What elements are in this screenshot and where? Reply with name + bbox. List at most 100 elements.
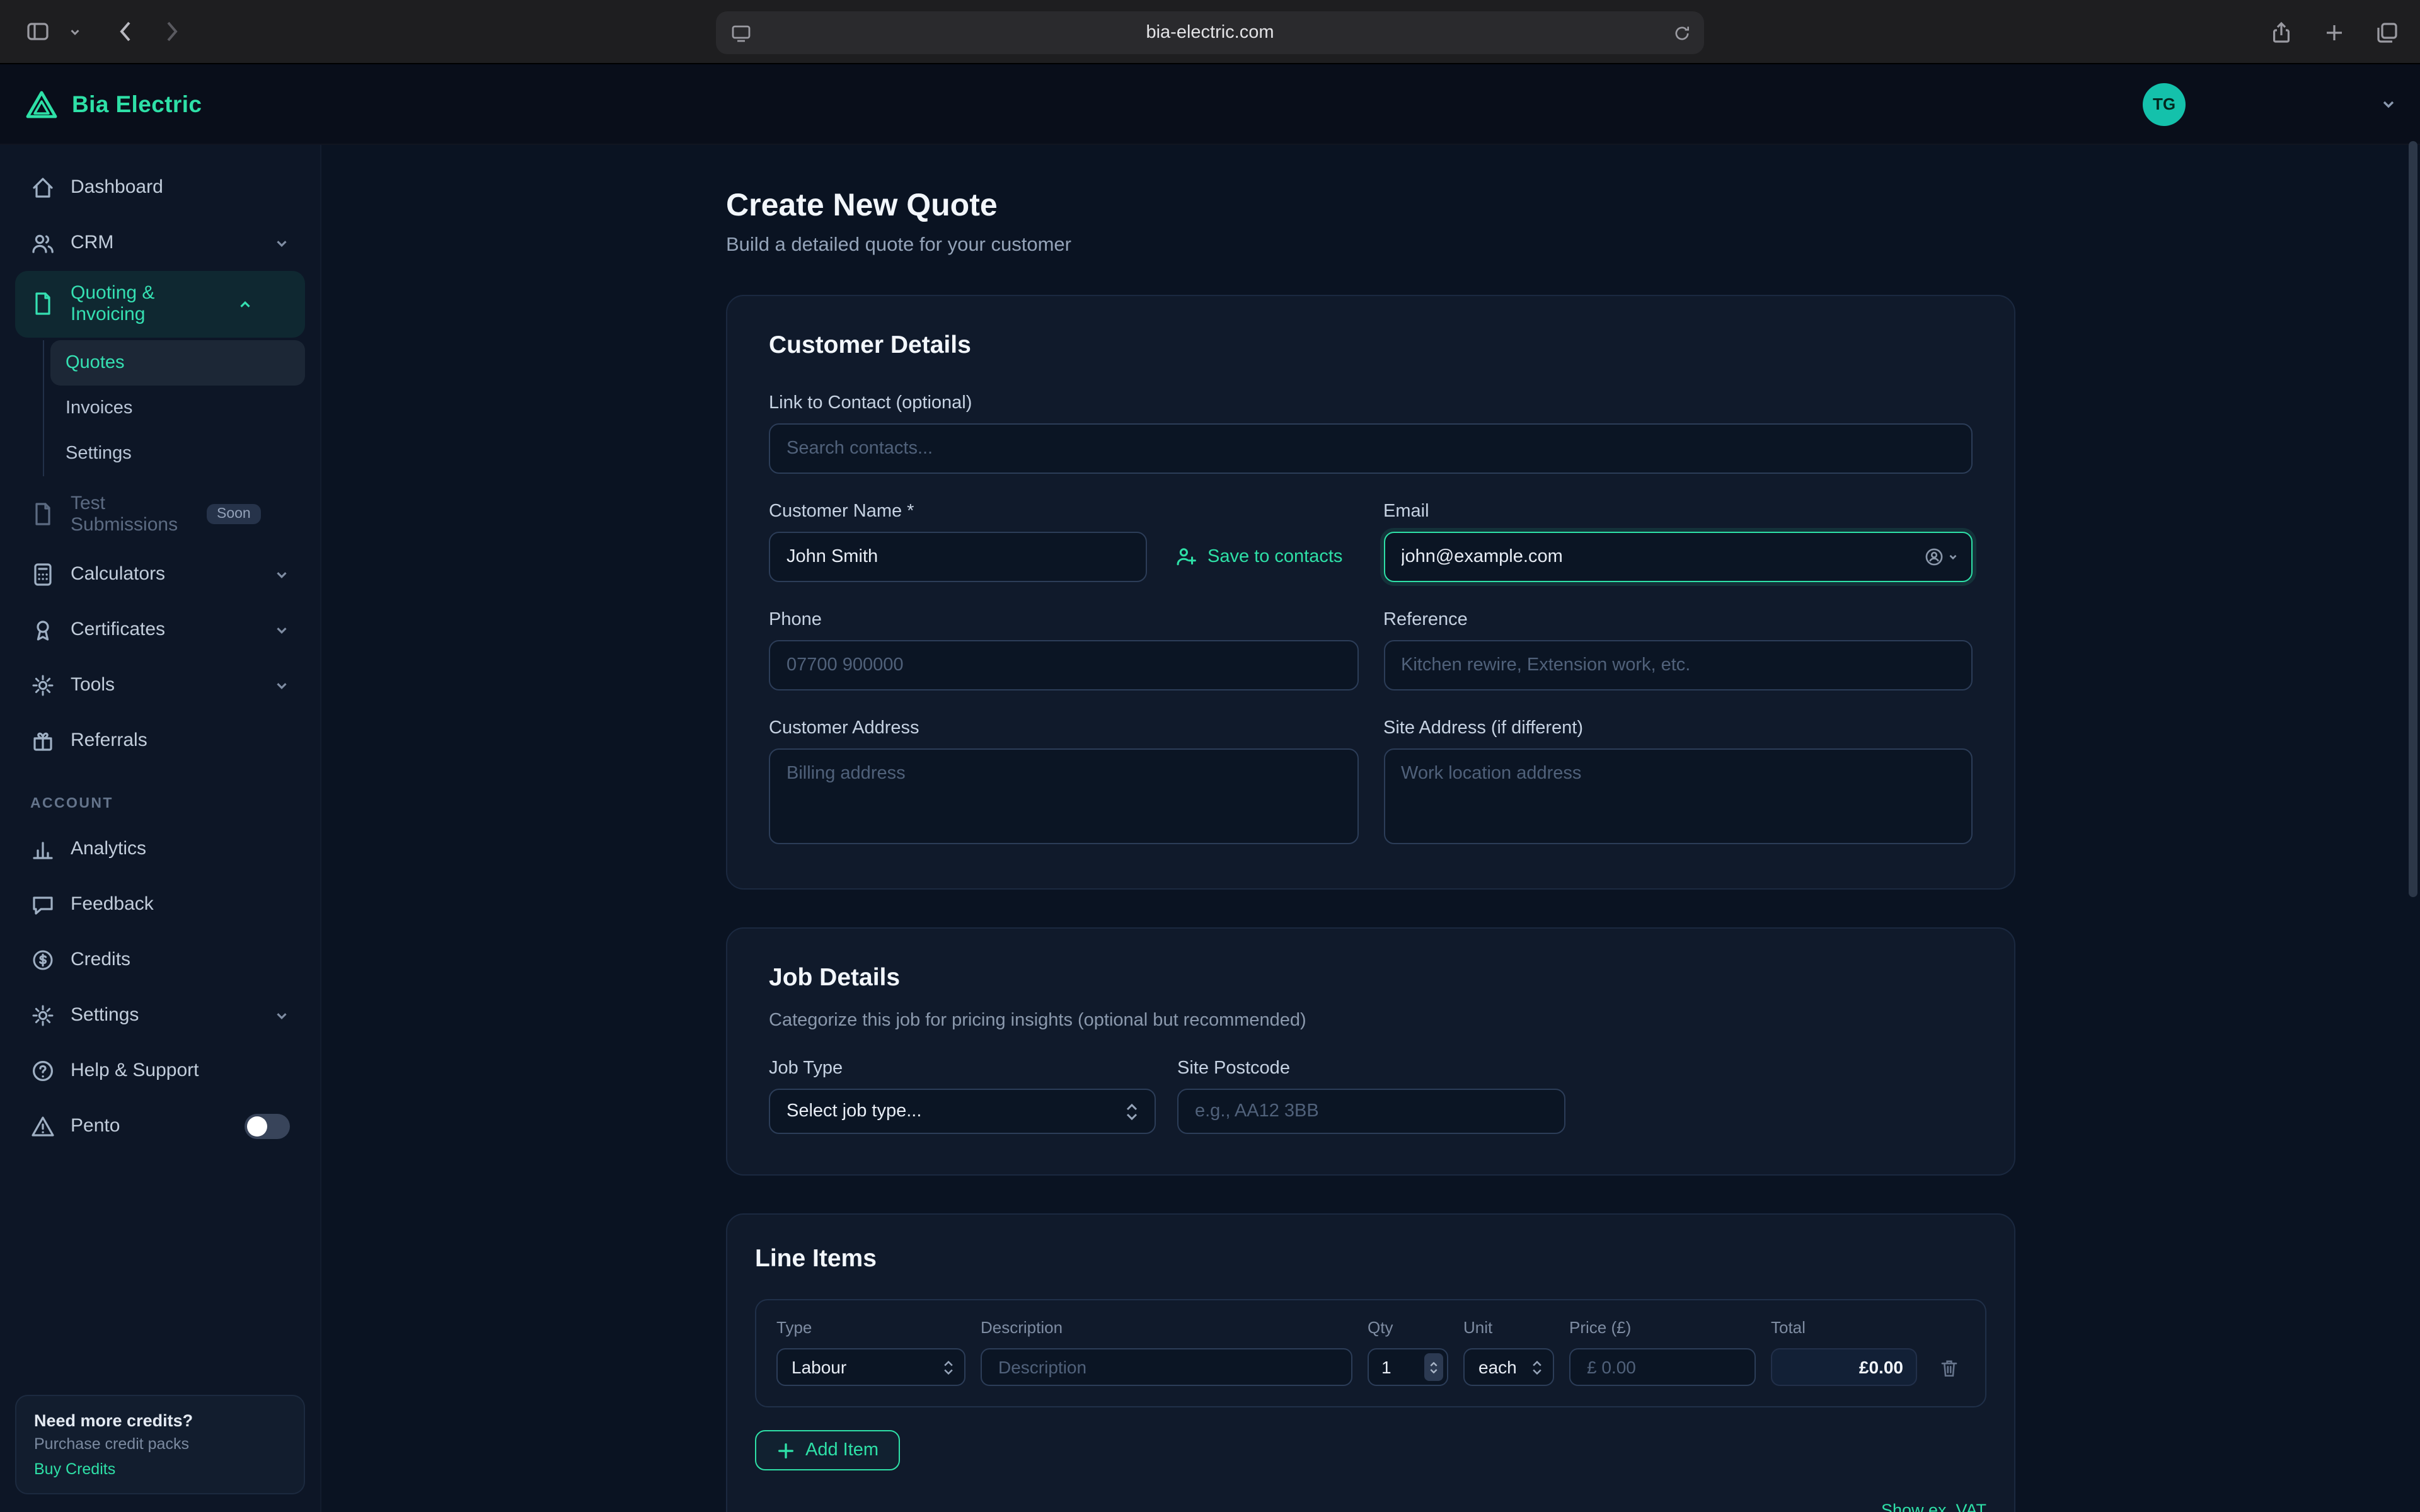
customer-name-label: Customer Name * (769, 501, 1358, 522)
add-item-button[interactable]: Add Item (755, 1430, 900, 1470)
chevron-down-icon (274, 677, 290, 694)
tools-icon (30, 673, 55, 698)
buy-credits-link[interactable]: Buy Credits (34, 1460, 286, 1478)
column-header-qty: Qty (1368, 1318, 1448, 1337)
credits-promo-title: Need more credits? (34, 1411, 286, 1430)
job-details-subtitle: Categorize this job for pricing insights… (769, 1011, 1973, 1031)
sidebar-item-calculators[interactable]: Calculators (15, 547, 305, 602)
select-updown-icon (943, 1360, 954, 1374)
sidebar-item-quoting-invoicing[interactable]: Quoting & Invoicing (15, 271, 305, 337)
save-to-contacts-link[interactable]: Save to contacts (1175, 546, 1342, 568)
users-icon (30, 231, 55, 256)
calculator-icon (30, 562, 55, 587)
chevron-down-icon (274, 622, 290, 638)
toolbar-chevron-down-icon[interactable] (68, 25, 82, 38)
link-contact-label: Link to Contact (optional) (769, 393, 1973, 413)
share-icon[interactable] (2269, 20, 2294, 45)
chat-icon (30, 892, 55, 917)
customer-details-heading: Customer Details (769, 331, 1973, 360)
item-price-input[interactable] (1569, 1348, 1756, 1386)
phone-input[interactable] (769, 640, 1358, 690)
item-qty-input[interactable]: 1 (1368, 1348, 1448, 1386)
application-window: bia-electric.com Bia Electric TG Dashboa… (0, 0, 2420, 1512)
job-details-card: Job Details Categorize this job for pric… (726, 927, 2015, 1176)
help-icon (30, 1058, 55, 1084)
sidebar-item-test-submissions[interactable]: Test Submissions Soon (15, 481, 305, 547)
pento-toggle[interactable] (245, 1114, 290, 1139)
coin-icon (30, 948, 55, 973)
column-header-type: Type (776, 1318, 965, 1337)
sidebar-item-certificates[interactable]: Certificates (15, 602, 305, 658)
sidebar-item-analytics[interactable]: Analytics (15, 822, 305, 877)
item-unit-select[interactable]: each (1463, 1348, 1554, 1386)
browser-toolbar: bia-electric.com (0, 0, 2420, 64)
line-item-row: Type Labour Description (755, 1299, 1986, 1407)
credits-promo-card: Need more credits? Purchase credit packs… (15, 1395, 305, 1494)
brand-name: Bia Electric (72, 90, 202, 118)
sidebar-item-dashboard[interactable]: Dashboard (15, 160, 305, 215)
person-plus-icon (1175, 546, 1197, 568)
brand[interactable]: Bia Electric (0, 89, 202, 119)
plus-icon (776, 1441, 795, 1460)
job-type-select[interactable]: Select job type... (769, 1089, 1156, 1134)
select-updown-icon (1126, 1103, 1138, 1120)
sidebar-subitem-settings[interactable]: Settings (50, 430, 305, 476)
page-subtitle: Build a detailed quote for your customer (726, 234, 2015, 257)
site-postcode-input[interactable] (1177, 1089, 1565, 1134)
address-bar[interactable]: bia-electric.com (716, 11, 1704, 54)
sidebar-item-referrals[interactable]: Referrals (15, 713, 305, 769)
avatar[interactable]: TG (2143, 83, 2186, 125)
sidebar-item-tools[interactable]: Tools (15, 658, 305, 713)
page-settings-icon[interactable] (731, 23, 751, 43)
sidebar-item-feedback[interactable]: Feedback (15, 877, 305, 932)
brand-logo-icon (25, 89, 58, 119)
sidebar-item-settings[interactable]: Settings (15, 988, 305, 1043)
job-details-heading: Job Details (769, 964, 1973, 993)
sidebar-subitem-quotes[interactable]: Quotes (50, 340, 305, 385)
item-description-input[interactable] (981, 1348, 1352, 1386)
header-chevron-down-icon[interactable] (2380, 95, 2397, 113)
app-header: Bia Electric TG (0, 64, 2420, 145)
account-section-label: ACCOUNT (30, 796, 290, 811)
credits-promo-subtitle: Purchase credit packs (34, 1435, 286, 1453)
contact-autofill-icon[interactable] (1923, 546, 1959, 568)
sidebar-item-pento[interactable]: Pento (15, 1099, 305, 1154)
warning-triangle-icon (30, 1114, 55, 1139)
job-type-label: Job Type (769, 1058, 1156, 1079)
line-items-heading: Line Items (755, 1245, 1986, 1274)
sidebar-item-credits[interactable]: Credits (15, 932, 305, 988)
forward-button-icon[interactable] (164, 19, 180, 44)
line-items-card: Line Items Type Labour (726, 1213, 2015, 1512)
quoting-submenu: Quotes Invoices Settings (43, 340, 305, 476)
site-address-textarea[interactable] (1383, 748, 1973, 844)
qty-stepper[interactable] (1424, 1353, 1443, 1381)
item-type-select[interactable]: Labour (776, 1348, 965, 1386)
email-label: Email (1383, 501, 1973, 522)
document-icon (30, 292, 55, 317)
sidebar-toggle-icon[interactable] (25, 19, 50, 44)
reference-input[interactable] (1383, 640, 1973, 690)
certificate-icon (30, 617, 55, 643)
new-tab-icon[interactable] (2322, 20, 2347, 45)
sidebar-item-help-support[interactable]: Help & Support (15, 1043, 305, 1099)
show-ex-vat-link[interactable]: Show ex. VAT (1881, 1501, 1986, 1512)
chevron-down-icon (274, 1007, 290, 1024)
sidebar-item-crm[interactable]: CRM (15, 215, 305, 271)
email-input[interactable] (1383, 532, 1973, 582)
page-scrollbar[interactable] (2409, 141, 2417, 897)
delete-item-button[interactable] (1932, 1348, 1965, 1386)
customer-name-input[interactable] (769, 532, 1147, 582)
tab-overview-icon[interactable] (2375, 20, 2400, 45)
column-header-price: Price (£) (1569, 1318, 1756, 1337)
customer-address-textarea[interactable] (769, 748, 1358, 844)
refresh-icon[interactable] (1673, 23, 1691, 42)
main-content: Create New Quote Build a detailed quote … (321, 145, 2420, 1512)
sidebar: Dashboard CRM Quoting & Invoicing Quotes… (0, 145, 321, 1512)
url-text: bia-electric.com (1146, 23, 1274, 43)
customer-address-label: Customer Address (769, 718, 1358, 738)
item-total-value: £0.00 (1771, 1348, 1917, 1386)
contact-search-input[interactable] (769, 423, 1973, 474)
chevron-down-icon (274, 566, 290, 583)
back-button-icon[interactable] (117, 19, 134, 44)
sidebar-subitem-invoices[interactable]: Invoices (50, 385, 305, 430)
